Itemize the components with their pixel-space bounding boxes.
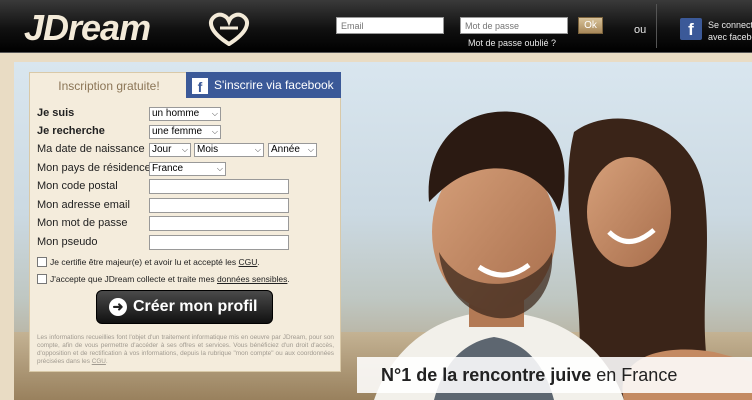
legal-notice: Les informations recueillies font l'obje… — [37, 334, 334, 366]
cgu-text: Je certifie être majeur(e) et avoir lu e… — [50, 257, 237, 267]
legal-text: Les informations recueillies font l'obje… — [37, 334, 334, 365]
birth-year-value: Année — [271, 144, 300, 155]
sensitive-data-checkbox[interactable] — [37, 274, 47, 284]
je-suis-select[interactable]: un homme ⌵ — [149, 107, 221, 121]
birth-month-select[interactable]: Mois ⌵ — [194, 143, 264, 157]
header-divider — [656, 4, 657, 48]
arrow-right-icon: ➜ — [109, 297, 127, 316]
legal-end: . — [105, 358, 108, 365]
legal-cgu-link[interactable]: CGU — [92, 358, 106, 365]
postal-code-input[interactable] — [149, 179, 289, 194]
chevron-down-icon: ⌵ — [211, 127, 218, 136]
or-separator: ou — [634, 24, 647, 36]
chevron-down-icon: ⌵ — [211, 109, 218, 118]
tagline-banner: N°1 de la rencontre juive en France — [357, 357, 752, 393]
facebook-connect-line1: Se connect — [708, 20, 752, 30]
birth-month-value: Mois — [197, 144, 219, 155]
je-recherche-value: une femme — [152, 126, 203, 137]
birthdate-label: Ma date de naissance — [37, 143, 145, 155]
cgu-checkbox-label: Je certifie être majeur(e) et avoir lu e… — [50, 257, 260, 267]
postal-code-label: Mon code postal — [37, 180, 118, 192]
je-recherche-select[interactable]: une femme ⌵ — [149, 125, 221, 139]
chevron-down-icon: ⌵ — [307, 145, 314, 154]
sensitive-data-label: J'accepte que JDream collecte et traite … — [50, 274, 290, 284]
tab-inscription-gratuite[interactable]: Inscription gratuite! — [30, 73, 188, 98]
facebook-signup-label: S'inscrire via facebook — [214, 78, 334, 92]
pseudo-label: Mon pseudo — [37, 236, 98, 248]
chevron-down-icon: ⌵ — [216, 164, 223, 173]
email-label: Mon adresse email — [37, 199, 130, 211]
top-bar: JDream Ok Mot de passe oublié ? ou f Se … — [0, 0, 752, 53]
tagline-rest: en France — [591, 365, 678, 385]
forgot-password-link[interactable]: Mot de passe oublié ? — [468, 38, 556, 48]
country-label: Mon pays de résidence — [37, 162, 151, 174]
signup-email-input[interactable] — [149, 198, 289, 213]
facebook-icon: f — [192, 77, 208, 95]
facebook-connect-link[interactable]: Se connect avec facebo — [708, 19, 752, 43]
login-ok-button[interactable]: Ok — [578, 17, 603, 34]
create-profile-label: Créer mon profil — [133, 298, 258, 315]
sensitive-data-end: . — [287, 274, 290, 284]
pseudo-input[interactable] — [149, 235, 289, 250]
je-recherche-label: Je recherche — [37, 125, 105, 137]
facebook-icon[interactable]: f — [680, 18, 702, 40]
tagline-bold: N°1 de la rencontre juive — [381, 365, 592, 385]
password-label: Mon mot de passe — [37, 217, 128, 229]
heart-logo-icon — [209, 12, 249, 46]
country-select[interactable]: France ⌵ — [149, 162, 226, 176]
facebook-signup-button[interactable]: f S'inscrire via facebook — [186, 72, 341, 98]
sensitive-data-text: J'accepte que JDream collecte et traite … — [50, 274, 215, 284]
birth-day-select[interactable]: Jour ⌵ — [149, 143, 191, 157]
je-suis-value: un homme — [152, 108, 200, 119]
facebook-connect-line2: avec facebo — [708, 32, 752, 42]
birth-year-select[interactable]: Année ⌵ — [268, 143, 317, 157]
chevron-down-icon: ⌵ — [181, 145, 188, 154]
cgu-end: . — [257, 257, 260, 267]
chevron-down-icon: ⌵ — [254, 145, 261, 154]
cgu-checkbox[interactable] — [37, 257, 47, 267]
logo[interactable]: JDream — [24, 7, 151, 48]
cgu-link[interactable]: CGU — [239, 257, 258, 267]
birth-day-value: Jour — [152, 144, 172, 155]
signup-password-input[interactable] — [149, 216, 289, 231]
country-value: France — [152, 163, 184, 174]
create-profile-button[interactable]: ➜ Créer mon profil — [96, 290, 273, 324]
email-input[interactable] — [336, 17, 444, 34]
je-suis-label: Je suis — [37, 107, 75, 119]
password-input[interactable] — [460, 17, 568, 34]
sensitive-data-link[interactable]: données sensibles — [217, 274, 287, 284]
